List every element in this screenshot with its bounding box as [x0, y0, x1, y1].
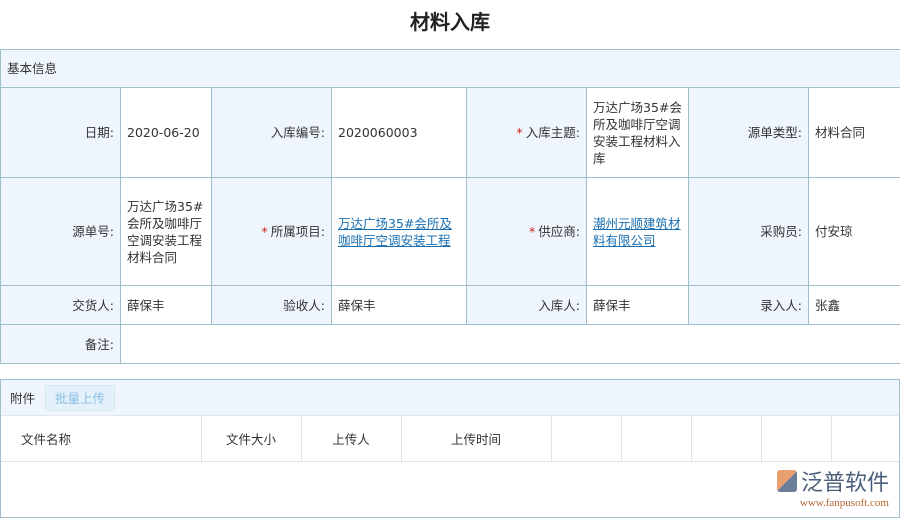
source-no-field[interactable]: 万达广场35#会所及咖啡厅空调安装工程材料合同 [120, 177, 212, 286]
deliverer-field[interactable]: 薛保丰 [120, 285, 212, 325]
inspector-field[interactable]: 薛保丰 [331, 285, 467, 325]
column-file-size: 文件大小 [201, 416, 302, 462]
subject-field[interactable]: 万达广场35#会所及咖啡厅空调安装工程材料入库 [586, 87, 689, 178]
source-no-label: 源单号: [0, 177, 121, 286]
buyer-label: 采购员: [688, 177, 809, 286]
logo-url: www.fanpusoft.com [799, 497, 889, 509]
column-empty [691, 416, 762, 462]
buyer-field[interactable]: 付安琼 [807, 177, 900, 286]
supplier-label: 供应商: [538, 224, 580, 239]
subject-label-cell: * 入库主题: [466, 87, 587, 178]
column-file-name: 文件名称 [1, 416, 202, 462]
column-empty [551, 416, 622, 462]
project-label: 所属项目: [270, 224, 325, 239]
source-type-field[interactable]: 材料合同 [807, 87, 900, 178]
column-empty [621, 416, 692, 462]
date-label: 日期: [0, 87, 121, 178]
inspector-label: 验收人: [211, 285, 332, 325]
required-mark: * [529, 224, 536, 239]
recorder-label: 录入人: [688, 285, 809, 325]
date-field[interactable]: 2020-06-20 [120, 87, 212, 178]
deliverer-label: 交货人: [0, 285, 121, 325]
supplier-link[interactable]: 潮州元顺建筑材料有限公司 [593, 216, 681, 248]
attachments-label: 附件 [10, 391, 36, 406]
no-field[interactable]: 2020060003 [331, 87, 467, 178]
batch-upload-button[interactable]: 批量上传 [45, 384, 116, 411]
project-label-cell: * 所属项目: [211, 177, 332, 286]
fanpu-logo: 泛普软件 www.fanpusoft.com [776, 465, 889, 509]
attachments-section: 附件 批量上传 文件名称 文件大小 上传人 上传时间 泛普软件 www.fanp… [0, 379, 900, 518]
page-title: 材料入库 [410, 10, 490, 34]
logo-mark-icon [776, 470, 797, 492]
source-type-label: 源单类型: [688, 87, 809, 178]
no-label: 入库编号: [211, 87, 332, 178]
section-header-basic-info: 基本信息 [0, 49, 900, 88]
column-empty [761, 416, 832, 462]
column-empty [831, 416, 899, 462]
attachments-table: 文件名称 文件大小 上传人 上传时间 [1, 416, 899, 462]
required-mark: * [516, 125, 523, 140]
basic-info-form: 基本信息 日期: 2020-06-20 入库编号: 2020060003 * 入库… [0, 49, 900, 364]
receiver-label: 入库人: [466, 285, 587, 325]
recorder-field[interactable]: 张鑫 [807, 285, 900, 325]
required-mark: * [261, 224, 268, 239]
column-upload-time: 上传时间 [401, 416, 552, 462]
logo-text: 泛普软件 [800, 471, 889, 496]
remark-field[interactable] [119, 324, 900, 364]
column-uploader: 上传人 [301, 416, 402, 462]
subject-label: 入库主题: [525, 125, 580, 140]
supplier-label-cell: * 供应商: [466, 177, 587, 286]
receiver-field[interactable]: 薛保丰 [586, 285, 689, 325]
remark-label: 备注: [0, 324, 121, 364]
project-link[interactable]: 万达广场35#会所及咖啡厅空调安装工程 [338, 216, 452, 248]
